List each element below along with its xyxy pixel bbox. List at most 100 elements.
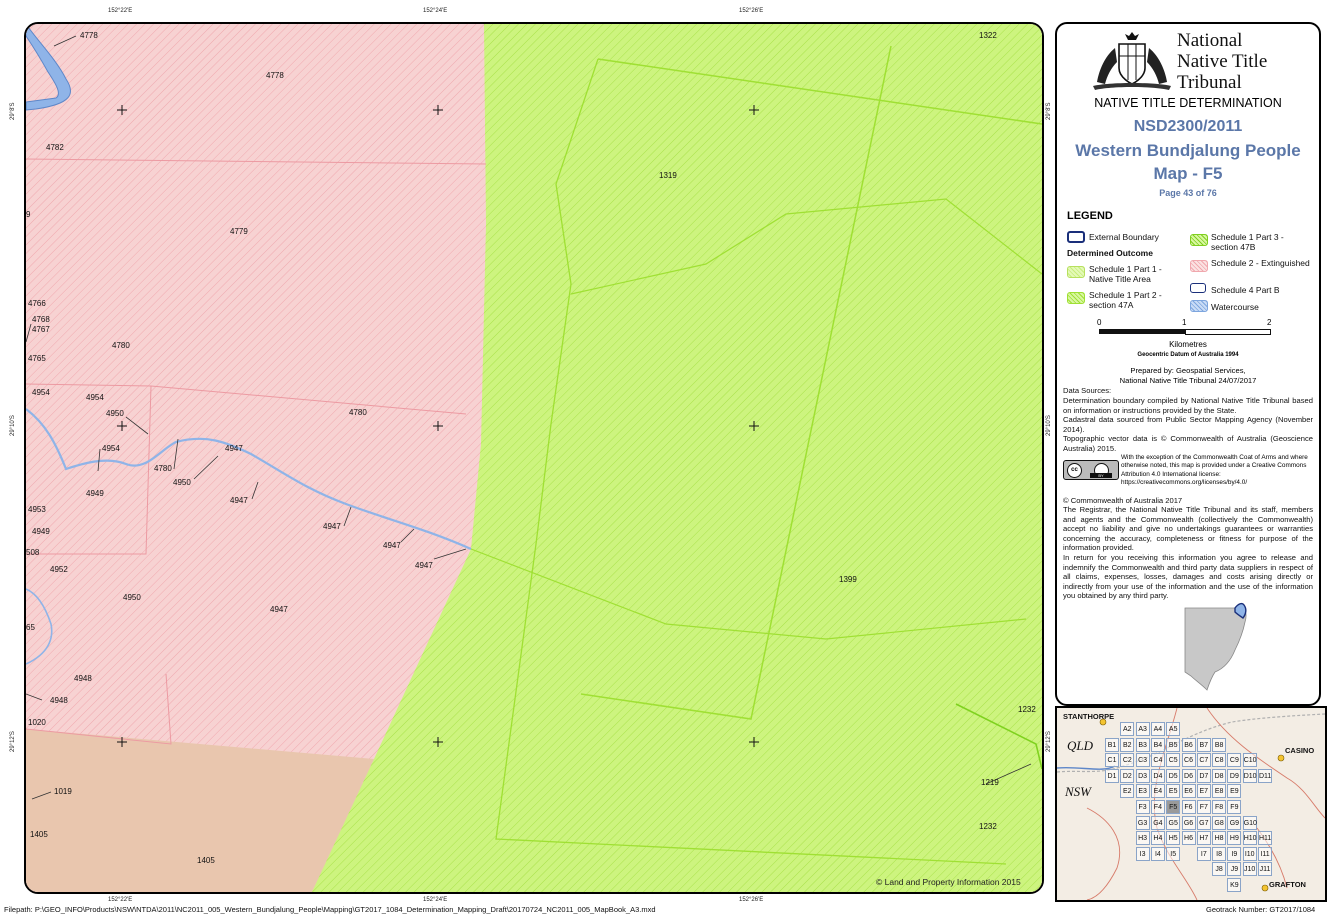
- parcel-label: 4767: [32, 325, 50, 334]
- map-tile-g8[interactable]: G8: [1212, 815, 1227, 830]
- map-tile-i5[interactable]: I5: [1166, 846, 1181, 861]
- map-tile-h9[interactable]: H9: [1227, 831, 1242, 846]
- map-tile-e2[interactable]: E2: [1120, 784, 1135, 799]
- map-tile-g7[interactable]: G7: [1196, 815, 1211, 830]
- map-tile-b2[interactable]: B2: [1120, 737, 1135, 752]
- map-tile-b6[interactable]: B6: [1181, 737, 1196, 752]
- map-tile-b4[interactable]: B4: [1150, 737, 1165, 752]
- map-tile-d5[interactable]: D5: [1166, 768, 1181, 783]
- map-tile-e4[interactable]: E4: [1150, 784, 1165, 799]
- map-tile-d11[interactable]: D11: [1258, 768, 1272, 783]
- map-tile-d4[interactable]: D4: [1150, 768, 1165, 783]
- map-tile-c8[interactable]: C8: [1212, 753, 1227, 768]
- map-tile-c10[interactable]: C10: [1242, 753, 1257, 768]
- map-tile-g6[interactable]: G6: [1181, 815, 1196, 830]
- legend-s1p3: Schedule 1 Part 3 - section 47B: [1211, 232, 1284, 252]
- map-tile-e3[interactable]: E3: [1135, 784, 1150, 799]
- map-tile-b5[interactable]: B5: [1166, 737, 1181, 752]
- map-tile-a4[interactable]: A4: [1150, 722, 1165, 736]
- scale-unit: Kilometres: [1169, 340, 1207, 349]
- map-canvas[interactable]: [26, 24, 1042, 892]
- parcel-label: 4778: [266, 71, 284, 80]
- map-tile-j11[interactable]: J11: [1258, 862, 1272, 877]
- map-tile-f9[interactable]: F9: [1227, 800, 1242, 814]
- data-sources-heading: Data Sources:: [1063, 386, 1112, 395]
- map-tile-i3[interactable]: I3: [1135, 846, 1150, 861]
- map-tile-i11[interactable]: I11: [1258, 846, 1272, 861]
- map-tile-h10[interactable]: H10: [1242, 831, 1257, 846]
- map-tile-e8[interactable]: E8: [1212, 784, 1227, 799]
- map-tile-d8[interactable]: D8: [1212, 768, 1227, 783]
- map-tile-h3[interactable]: H3: [1135, 831, 1150, 846]
- info-panel: National Native Title Tribunal NATIVE TI…: [1055, 22, 1321, 706]
- parcel-label: 508: [26, 548, 40, 557]
- map-tile-c7[interactable]: C7: [1196, 753, 1211, 768]
- map-tile-b8[interactable]: B8: [1212, 737, 1227, 752]
- map-tile-j8[interactable]: J8: [1212, 862, 1227, 877]
- map-tile-d2[interactable]: D2: [1120, 768, 1135, 783]
- map-tile-d6[interactable]: D6: [1181, 768, 1196, 783]
- map-tile-b3[interactable]: B3: [1135, 737, 1150, 752]
- map-tile-c3[interactable]: C3: [1135, 753, 1150, 768]
- map-tile-h8[interactable]: H8: [1212, 831, 1227, 846]
- map-tile-a3[interactable]: A3: [1135, 722, 1150, 736]
- map-tile-a2[interactable]: A2: [1120, 722, 1135, 736]
- map-tile-g5[interactable]: G5: [1166, 815, 1181, 830]
- parcel-label: 1319: [659, 171, 677, 180]
- map-tile-g9[interactable]: G9: [1227, 815, 1242, 830]
- map-tile-f6[interactable]: F6: [1181, 800, 1196, 814]
- map-tile-f7[interactable]: F7: [1196, 800, 1211, 814]
- map-tile-f8[interactable]: F8: [1212, 800, 1227, 814]
- map-tile-g4[interactable]: G4: [1150, 815, 1165, 830]
- map-tile-b7[interactable]: B7: [1196, 737, 1211, 752]
- map-frame[interactable]: 4778 4778 4782 9 4779 4766 4768 4767 476…: [24, 22, 1044, 894]
- map-tile-c9[interactable]: C9: [1227, 753, 1242, 768]
- map-tile-b1[interactable]: B1: [1105, 737, 1119, 752]
- map-tile-i4[interactable]: I4: [1150, 846, 1165, 861]
- map-tile-h7[interactable]: H7: [1196, 831, 1211, 846]
- map-tile-g3[interactable]: G3: [1135, 815, 1150, 830]
- map-tile-e6[interactable]: E6: [1181, 784, 1196, 799]
- determination-heading: NATIVE TITLE DETERMINATION: [1094, 96, 1282, 110]
- map-tile-e9[interactable]: E9: [1227, 784, 1242, 799]
- map-tile-d3[interactable]: D3: [1135, 768, 1150, 783]
- map-tile-k9[interactable]: K9: [1227, 878, 1242, 892]
- parcel-label: 1019: [54, 787, 72, 796]
- map-tile-c1[interactable]: C1: [1105, 753, 1119, 768]
- legend-swatch-s4b: [1190, 283, 1206, 293]
- map-tile-i9[interactable]: I9: [1227, 846, 1242, 861]
- map-tile-c6[interactable]: C6: [1181, 753, 1196, 768]
- legend-s2: Schedule 2 - Extinguished: [1211, 258, 1310, 268]
- map-tile-h4[interactable]: H4: [1150, 831, 1165, 846]
- parcel-label: 4947: [323, 522, 341, 531]
- map-tile-a5[interactable]: A5: [1166, 722, 1181, 736]
- map-tile-i10[interactable]: I10: [1242, 846, 1257, 861]
- map-tile-d10[interactable]: D10: [1242, 768, 1257, 783]
- legend-swatch-s1p2: [1067, 292, 1085, 304]
- map-tile-j9[interactable]: J9: [1227, 862, 1242, 877]
- parcel-label: 4950: [106, 409, 124, 418]
- map-tile-c5[interactable]: C5: [1166, 753, 1181, 768]
- map-tile-f3[interactable]: F3: [1135, 800, 1150, 814]
- map-tile-h11[interactable]: H11: [1258, 831, 1272, 846]
- map-tile-f4[interactable]: F4: [1150, 800, 1165, 814]
- map-tile-c2[interactable]: C2: [1120, 753, 1135, 768]
- map-tile-h6[interactable]: H6: [1181, 831, 1196, 846]
- map-tile-g10[interactable]: G10: [1242, 815, 1257, 830]
- map-tile-j10[interactable]: J10: [1242, 862, 1257, 877]
- data-source-2: Cadastral data sourced from Public Secto…: [1063, 415, 1313, 434]
- map-tile-e5[interactable]: E5: [1166, 784, 1181, 799]
- map-tile-d1[interactable]: D1: [1105, 768, 1119, 783]
- map-tile-d9[interactable]: D9: [1227, 768, 1242, 783]
- map-tile-d7[interactable]: D7: [1196, 768, 1211, 783]
- coord-bottom-1: 152°22'E: [108, 897, 133, 903]
- map-tile-f5[interactable]: F5: [1166, 800, 1181, 814]
- cc-badge-text: BY: [1090, 473, 1112, 478]
- map-tile-c4[interactable]: C4: [1150, 753, 1165, 768]
- scale-tick-1: 1: [1182, 318, 1187, 327]
- map-tile-e7[interactable]: E7: [1196, 784, 1211, 799]
- map-tile-i7[interactable]: I7: [1196, 846, 1211, 861]
- map-tile-i8[interactable]: I8: [1212, 846, 1227, 861]
- map-tile-h5[interactable]: H5: [1166, 831, 1181, 846]
- parcel-label: 4954: [86, 393, 104, 402]
